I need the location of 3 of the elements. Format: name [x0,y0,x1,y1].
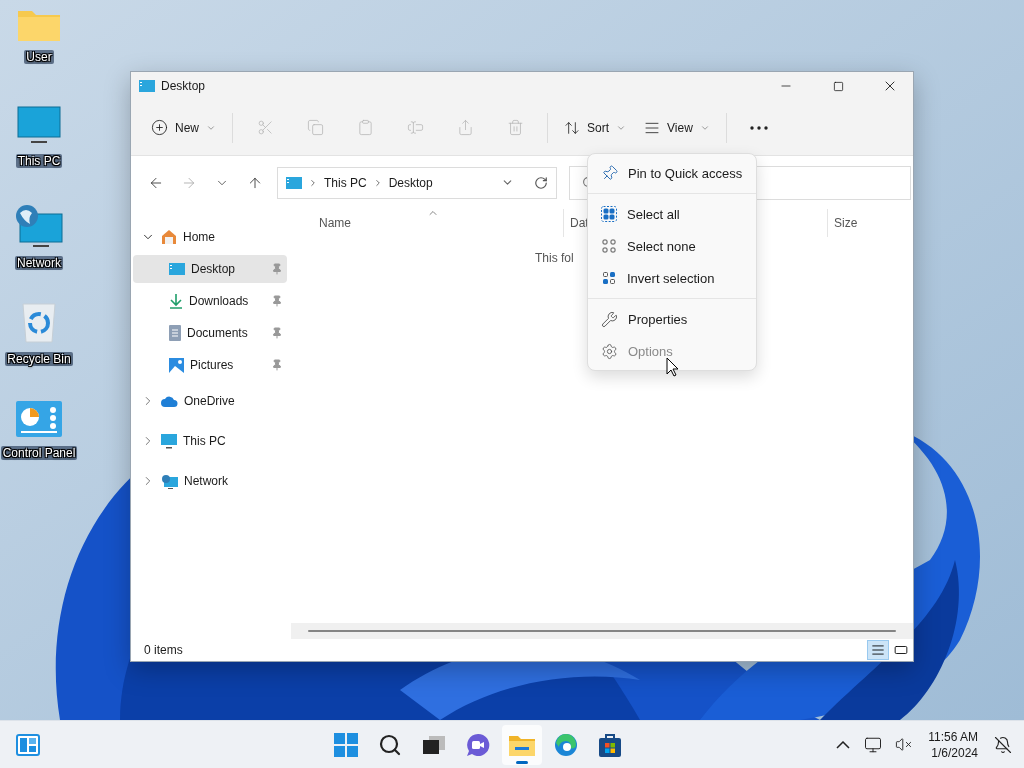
item-count: 0 items [144,643,184,657]
empty-folder-message: This fol [535,251,574,265]
window-title: Desktop [161,79,207,93]
